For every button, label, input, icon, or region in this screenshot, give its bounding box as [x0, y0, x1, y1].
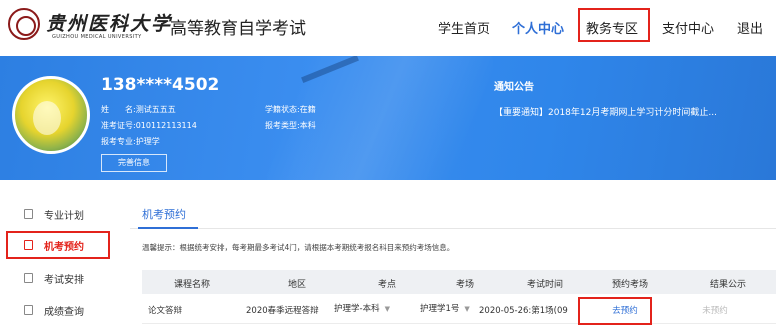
- highlight-box-academic-zone: [578, 8, 650, 42]
- status-value: 在籍: [299, 105, 316, 114]
- cell-result: 未预约: [702, 306, 728, 316]
- column-header-result: 结果公示: [709, 280, 746, 290]
- tab-divider: [130, 228, 776, 229]
- column-header-region: 地区: [287, 280, 306, 290]
- nav-personal-center[interactable]: 个人中心: [512, 18, 564, 37]
- info-ticket: 准考证号:010112113114: [101, 120, 197, 131]
- status-label: 学籍状态:: [265, 105, 300, 114]
- document-icon: [24, 305, 33, 315]
- avatar[interactable]: [12, 76, 90, 154]
- major-label: 报考专业:: [101, 137, 136, 146]
- top-header: 贵州医科大学 GUIZHOU MEDICAL UNIVERSITY 高等教育自学…: [0, 0, 776, 56]
- type-value: 本科: [299, 121, 316, 130]
- profile-banner: 138****4502 姓 名:测试五五五 准考证号:010112113114 …: [0, 56, 776, 180]
- cell-course: 论文答辩: [148, 306, 183, 316]
- table-row: 论文答辩 2020春季远程答辩 护理学-本科 ▼ 护理学1号 ▼ 2020-05-2…: [142, 298, 776, 324]
- sidebar-item-label: 专业计划: [44, 211, 84, 222]
- document-icon: [24, 273, 33, 283]
- ticket-value: 010112113114: [135, 121, 197, 130]
- cell-exam-time: 2020-05-26:第1场(09: [479, 306, 568, 316]
- document-icon: [24, 209, 33, 219]
- info-status: 学籍状态:在籍: [265, 104, 316, 115]
- tab-computer-exam-booking[interactable]: 机考预约: [142, 206, 186, 222]
- notice-link[interactable]: 【重要通知】2018年12月考期网上学习计分时间截止...: [494, 105, 766, 118]
- column-header-exam-point: 考点: [377, 280, 396, 290]
- table-header: 课程名称 地区 考点 考场 考试时间 预约考场 结果公示: [142, 270, 776, 294]
- nav-logout[interactable]: 退出: [737, 18, 763, 37]
- reminder-tip: 温馨提示：根据统考安排，每考期最多考试4门，请根据本考期统考报名科目来预约考场信…: [142, 243, 455, 252]
- sidebar-item-label: 考试安排: [44, 275, 84, 286]
- info-major: 报考专业:护理学: [101, 136, 160, 147]
- exam-point-select[interactable]: 护理学-本科 ▼: [334, 302, 390, 318]
- info-name: 姓 名:测试五五五: [101, 104, 176, 115]
- banner-decoration: [249, 56, 511, 180]
- highlight-box-book: [578, 297, 652, 325]
- site-title: 高等教育自学考试: [170, 19, 306, 39]
- complete-info-button[interactable]: 完善信息: [101, 154, 167, 172]
- sidebar-item-label: 成绩查询: [44, 307, 84, 318]
- info-type: 报考类型:本科: [265, 120, 316, 131]
- user-phone: 138****4502: [101, 75, 220, 95]
- column-header-course: 课程名称: [173, 280, 210, 290]
- exam-point-value: 护理学-本科: [334, 304, 380, 314]
- notice-title: 通知公告: [494, 82, 534, 93]
- chevron-down-icon: ▼: [464, 305, 470, 313]
- chevron-down-icon: ▼: [384, 305, 390, 313]
- major-value: 护理学: [135, 137, 160, 146]
- active-tab-underline: [138, 227, 198, 229]
- ticket-label: 准考证号:: [101, 121, 136, 130]
- university-seal-logo: [8, 8, 40, 40]
- exam-room-value: 护理学1号: [420, 304, 460, 314]
- highlight-box-sidebar: [6, 231, 110, 259]
- nav-payment-center[interactable]: 支付中心: [662, 18, 714, 37]
- exam-room-select[interactable]: 护理学1号 ▼: [420, 302, 470, 318]
- column-header-book-room: 预约考场: [611, 280, 648, 290]
- university-name-en: GUIZHOU MEDICAL UNIVERSITY: [52, 34, 142, 40]
- name-label: 姓 名:: [101, 105, 136, 114]
- type-label: 报考类型:: [265, 121, 300, 130]
- sidebar-item-major-plan[interactable]: 专业计划: [8, 202, 118, 226]
- university-name-cn: 贵州医科大学: [46, 13, 173, 35]
- nav-student-home[interactable]: 学生首页: [438, 18, 490, 37]
- sidebar-item-score-query[interactable]: 成绩查询: [8, 298, 118, 322]
- name-value: 测试五五五: [135, 105, 176, 114]
- sidebar-item-exam-schedule[interactable]: 考试安排: [8, 266, 118, 290]
- cell-region: 2020春季远程答辩: [246, 306, 319, 316]
